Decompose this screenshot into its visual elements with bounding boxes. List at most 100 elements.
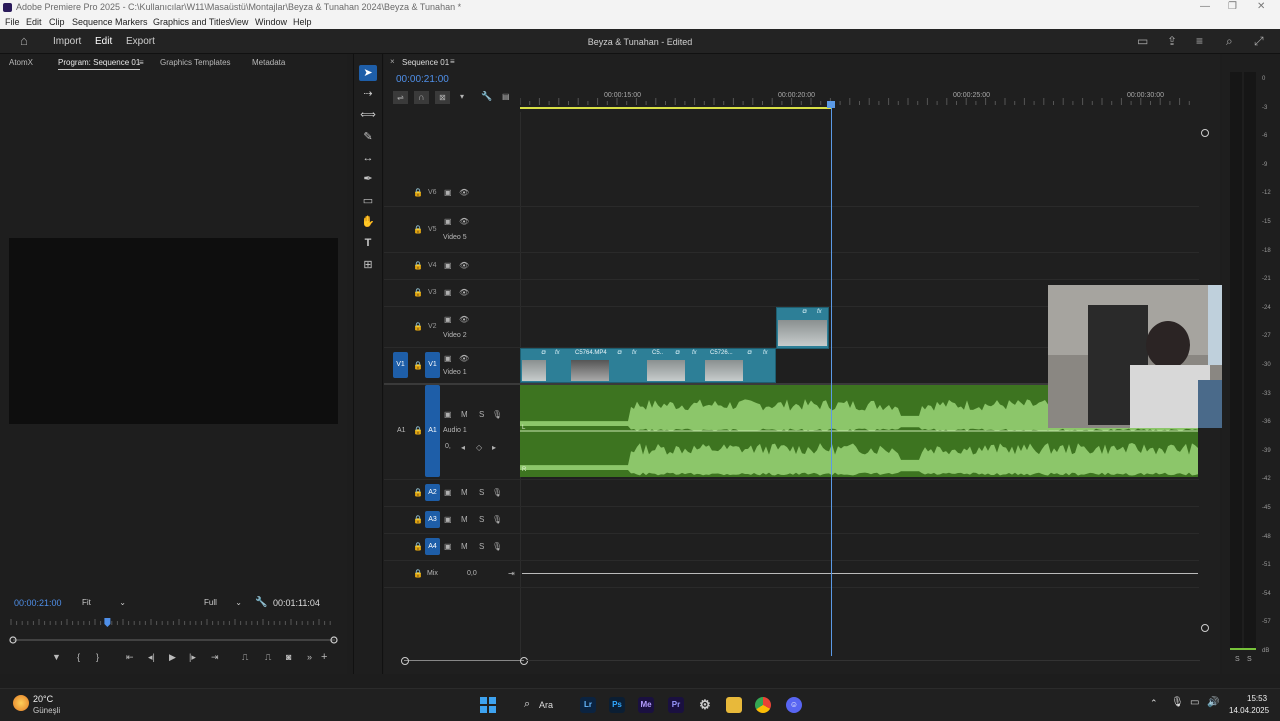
snap-icon[interactable]: ∩ [414, 91, 429, 104]
track-a4-target[interactable]: A4 [425, 538, 440, 555]
sync-lock-icon[interactable]: ▣ [444, 354, 452, 363]
mute-button[interactable]: M [461, 542, 468, 551]
sync-lock-icon[interactable]: ▣ [444, 188, 452, 197]
add-marker-icon[interactable]: ▼ [52, 652, 61, 662]
mute-button[interactable]: M [461, 515, 468, 524]
voice-over-mic-icon[interactable]: 🎙 [492, 542, 502, 551]
mix-level-line[interactable] [522, 573, 1198, 574]
lock-icon[interactable]: 🔒 [413, 361, 423, 370]
add-marker-icon[interactable]: ▾ [460, 92, 464, 101]
network-icon[interactable]: ▭ [1190, 697, 1199, 708]
eye-icon[interactable]: 👁 [459, 188, 469, 197]
source-patch-a1[interactable]: A1 [397, 427, 406, 434]
sync-lock-icon[interactable]: ▣ [444, 488, 452, 497]
timeline-playhead-handle[interactable] [827, 101, 835, 108]
microphone-icon[interactable]: 🎙 [1171, 697, 1184, 708]
play-icon[interactable]: ▶ [169, 652, 176, 663]
track-a2-target[interactable]: A2 [425, 484, 440, 501]
menu-file[interactable]: File [5, 17, 20, 27]
rectangle-tool-icon[interactable]: ▭ [359, 193, 377, 209]
ripple-edit-tool-icon[interactable]: ⟺ [359, 107, 377, 123]
search-icon[interactable]: ⌕ [1226, 34, 1233, 49]
linked-selection-icon[interactable]: ⊠ [435, 91, 450, 104]
workspaces-menu-icon[interactable]: ≡ [1196, 34, 1203, 48]
chrome-icon[interactable] [755, 697, 771, 713]
eye-icon[interactable]: 👁 [459, 261, 469, 270]
sync-lock-icon[interactable]: ▣ [444, 410, 452, 419]
track-select-tool-icon[interactable]: ⇢ [359, 86, 377, 102]
menu-view[interactable]: View [229, 17, 248, 27]
type-tool-icon[interactable]: T [359, 235, 377, 251]
close-icon[interactable]: ✕ [1257, 1, 1265, 12]
extract-icon[interactable]: ⎍ [265, 652, 271, 663]
fullscreen-icon[interactable]: ⤢ [1254, 34, 1264, 49]
program-time-ruler[interactable] [9, 616, 339, 648]
lock-icon[interactable]: 🔒 [413, 225, 423, 234]
hand-tool-icon[interactable]: ✋ [359, 214, 377, 230]
step-back-icon[interactable]: ◂| [148, 652, 155, 663]
horizontal-scroll-right-handle[interactable] [520, 657, 528, 665]
quality-select[interactable]: Full ⌄ [204, 596, 244, 610]
menu-graphics-and-titles[interactable]: Graphics and Titles [153, 17, 230, 27]
lightroom-app[interactable]: Lr [580, 697, 596, 713]
lock-icon[interactable]: 🔒 [413, 426, 423, 435]
step-forward-icon[interactable]: |▸ [189, 652, 196, 663]
menu-window[interactable]: Window [255, 17, 287, 27]
lock-icon[interactable]: 🔒 [413, 488, 423, 497]
pen-tool-icon[interactable]: ✒ [359, 171, 377, 187]
track-v1-target[interactable]: V1 [425, 352, 440, 378]
lock-icon[interactable]: 🔒 [413, 322, 423, 331]
horizontal-scroll-left-handle[interactable] [401, 657, 409, 665]
weather-icon[interactable] [13, 695, 29, 711]
share-icon[interactable]: ⇪ [1167, 34, 1177, 48]
clock-time[interactable]: 15:53 [1247, 694, 1267, 703]
menu-clip[interactable]: Clip [49, 17, 65, 27]
mute-button[interactable]: M [461, 488, 468, 497]
meter-solo-left[interactable]: S [1235, 656, 1240, 663]
solo-button[interactable]: S [479, 488, 484, 497]
lock-icon[interactable]: 🔒 [413, 569, 423, 578]
chevron-up-icon[interactable]: ⌃ [1150, 698, 1158, 709]
track-a3-target[interactable]: A3 [425, 511, 440, 528]
lift-icon[interactable]: ⎍ [242, 652, 248, 663]
menu-markers[interactable]: Markers [115, 17, 148, 27]
sync-lock-icon[interactable]: ▣ [444, 261, 452, 270]
tab-graphics-templates[interactable]: Graphics Templates [160, 58, 231, 67]
captions-icon[interactable]: ▤ [502, 92, 510, 101]
minimize-icon[interactable]: — [1200, 1, 1210, 12]
caption-tool-icon[interactable]: ⊞ [359, 257, 377, 273]
meter-solo-right[interactable]: S [1247, 656, 1252, 663]
mark-out-icon[interactable]: } [96, 652, 99, 662]
mark-in-icon[interactable]: { [77, 652, 80, 662]
maximize-icon[interactable]: ❐ [1228, 1, 1237, 12]
prev-keyframe-icon[interactable]: ◂ [461, 443, 465, 452]
tab-atomx[interactable]: AtomX [9, 58, 33, 67]
weather-desc[interactable]: Güneşli [33, 706, 60, 715]
settings-gear-icon[interactable]: ⚙ [697, 697, 713, 713]
insert-nest-icon[interactable]: ⇌ [393, 91, 408, 104]
lock-icon[interactable]: 🔒 [413, 288, 423, 297]
weather-temp[interactable]: 20°C [33, 694, 53, 704]
vertical-scroll-top-handle[interactable] [1201, 129, 1209, 137]
sync-lock-icon[interactable]: ▣ [444, 315, 452, 324]
solo-button[interactable]: S [479, 410, 484, 419]
export-frame-icon[interactable]: ◙ [286, 652, 291, 662]
button-editor-plus-icon[interactable]: + [321, 651, 327, 663]
voice-over-mic-icon[interactable]: 🎙 [492, 410, 502, 419]
sync-lock-icon[interactable]: ▣ [444, 515, 452, 524]
tab-program-sequence[interactable]: Program: Sequence 01 [58, 58, 141, 70]
solo-button[interactable]: S [479, 515, 484, 524]
fit-select[interactable]: Fit ⌄ [82, 596, 128, 610]
go-to-in-icon[interactable]: ⇤ [126, 652, 134, 663]
solo-button[interactable]: S [479, 542, 484, 551]
lock-icon[interactable]: 🔒 [413, 188, 423, 197]
photoshop-app[interactable]: Ps [609, 697, 625, 713]
timeline-settings-wrench-icon[interactable]: 🔧 [481, 91, 492, 102]
lock-icon[interactable]: 🔒 [413, 515, 423, 524]
menu-edit[interactable]: Edit [26, 17, 42, 27]
go-to-out-icon[interactable]: ⇥ [211, 652, 219, 663]
razor-tool-icon[interactable]: ✎ [359, 129, 377, 145]
clip-group-v1[interactable]: ⧉ fx C5764.MP4 ⧉ fx C5.. ⧉ fx C5726... ⧉… [520, 348, 776, 383]
program-playhead[interactable] [104, 618, 111, 627]
sync-lock-icon[interactable]: ▣ [444, 542, 452, 551]
